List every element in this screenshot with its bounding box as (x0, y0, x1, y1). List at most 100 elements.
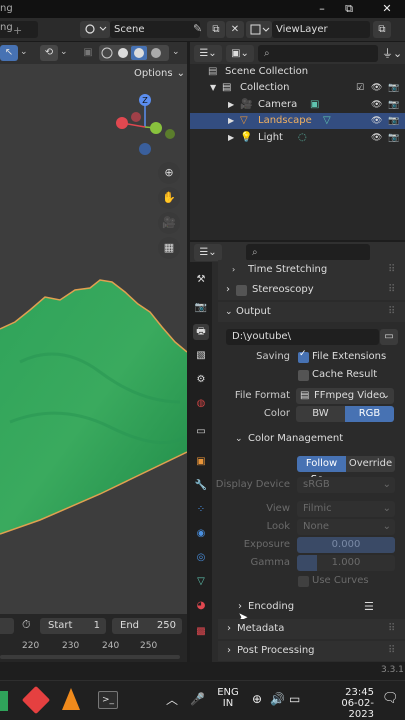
presets-list-icon[interactable]: ☰ (364, 598, 374, 616)
options-dropdown[interactable]: Options ⌄ (130, 66, 185, 82)
xray-icon[interactable]: ▣ (81, 45, 95, 61)
display-mode-icon[interactable]: ☰⌄ (194, 45, 222, 62)
display-device-dropdown[interactable]: sRGB ⌄ (297, 477, 395, 493)
color-rgb-button[interactable]: RGB (345, 406, 394, 422)
app-icon-partial[interactable] (0, 691, 8, 711)
eye-icon[interactable]: 👁 (371, 97, 382, 113)
gamma-slider[interactable]: 1.000 (297, 555, 395, 571)
drag-handle-icon[interactable]: ⠿ (388, 302, 395, 322)
pan-hand-icon[interactable]: ✋ (158, 187, 180, 209)
cache-result-checkbox[interactable] (298, 370, 309, 381)
delete-scene-icon[interactable]: ✕ (226, 21, 244, 38)
chevron-down-icon[interactable]: ⌄ (20, 47, 28, 57)
panel-time-stretching[interactable]: › Time Stretching ⠿ (218, 260, 405, 280)
eye-icon[interactable]: 👁 (371, 80, 382, 96)
file-format-dropdown[interactable]: ▤ FFmpeg Video ⌄ (296, 388, 394, 404)
drag-handle-icon[interactable]: ⠿ (388, 260, 395, 280)
view-transform-dropdown[interactable]: Filmic ⌄ (297, 501, 395, 517)
select-mode-icon[interactable]: ↖ (0, 45, 18, 61)
physics-tab-icon[interactable]: ◉ (193, 526, 209, 542)
checkbox-icon[interactable]: ☑ (356, 80, 364, 96)
expand-arrow-icon[interactable]: ▼ (210, 80, 216, 96)
modifier-tab-icon[interactable]: 🔧 (193, 478, 209, 494)
viewlayer-browse-button[interactable] (246, 21, 272, 38)
close-button[interactable]: ✕ (372, 0, 402, 18)
navigation-gizmo[interactable]: Z (110, 90, 180, 160)
texture-tab-icon[interactable]: ▩ (193, 624, 209, 640)
panel-output[interactable]: ⌄ Output ⠿ (218, 302, 405, 322)
eye-icon[interactable]: 👁 (371, 113, 382, 129)
scene-browse-button[interactable] (80, 21, 110, 38)
vlc-icon[interactable] (62, 688, 80, 710)
expand-arrow-icon[interactable]: ▶ (228, 113, 234, 129)
override-button[interactable]: Override (346, 456, 395, 472)
new-viewlayer-icon[interactable]: ⧉ (373, 21, 391, 38)
view-layer-tab-icon[interactable]: ▧ (193, 348, 209, 364)
outliner-search-input[interactable]: ⌕ (258, 45, 378, 62)
eye-icon[interactable]: 👁 (371, 130, 382, 146)
transform-orientation-icon[interactable]: ⟲ (40, 45, 58, 61)
editor-type-icon[interactable]: ☰⌄ (194, 244, 222, 261)
folder-icon[interactable]: ▭ (380, 329, 398, 345)
show-hidden-icons-icon[interactable]: ︿ (166, 691, 178, 708)
subpanel-encoding[interactable]: › Encoding ☰ (226, 598, 396, 616)
drag-handle-icon[interactable]: ⠿ (388, 641, 395, 661)
new-scene-icon[interactable]: ⧉ (207, 21, 225, 38)
render-camera-icon[interactable]: 📷 (388, 80, 399, 96)
subpanel-color-management[interactable]: ⌄ Color Management (226, 430, 396, 448)
viewlayer-name-field[interactable]: ViewLayer (272, 21, 370, 38)
render-camera-icon[interactable]: 📷 (388, 97, 399, 113)
expand-arrow-icon[interactable]: ▶ (228, 130, 234, 146)
shading-mode-group[interactable] (99, 45, 169, 61)
volume-icon[interactable]: 🔊 (270, 692, 285, 706)
object-tab-icon[interactable]: ▣ (193, 454, 209, 470)
panel-post-processing[interactable]: › Post Processing ⠿ (218, 641, 405, 661)
frame-start-field[interactable]: Start 1 (40, 618, 106, 634)
3d-viewport[interactable]: ↖ ⌄ ⟲ ⌄ ▣ ⌄ Options ⌄ Z ⊕ ✋ 🎥 ▦ (0, 42, 187, 614)
notification-icon[interactable]: 🗨 (382, 691, 399, 706)
frame-end-field[interactable]: End 250 (112, 618, 182, 634)
drag-handle-icon[interactable]: ⠿ (388, 619, 395, 639)
network-icon[interactable]: ⊕ (252, 692, 262, 706)
language-indicator[interactable]: ENG IN (216, 687, 240, 709)
world-tab-icon[interactable]: ◍ (193, 396, 209, 412)
follow-scene-button[interactable]: Follow Sc... (297, 456, 346, 485)
stereoscopy-checkbox[interactable] (236, 285, 247, 296)
constraints-tab-icon[interactable]: ◎ (193, 550, 209, 566)
scene-name-field[interactable]: Scene (110, 21, 200, 38)
render-camera-icon[interactable]: 📷 (388, 113, 399, 129)
use-curves-checkbox[interactable] (298, 576, 309, 587)
material-tab-icon[interactable]: ◕ (193, 598, 209, 614)
camera-view-icon[interactable]: 🎥 (158, 212, 180, 234)
drag-handle-icon[interactable]: ⠿ (388, 280, 395, 300)
render-camera-icon[interactable]: 📷 (388, 130, 399, 146)
output-path-field[interactable]: D:\youtube\ (226, 329, 379, 345)
terminal-icon[interactable]: >_ (98, 691, 118, 709)
add-workspace-icon[interactable]: + (13, 24, 22, 37)
chevron-down-icon[interactable]: ⌄ (172, 47, 180, 57)
playback-field[interactable] (0, 618, 14, 634)
zoom-icon[interactable]: ⊕ (158, 162, 180, 184)
render-tab-icon[interactable]: 📷 (193, 300, 209, 316)
outliner-row-light[interactable]: ▶ 💡 Light ◌ 👁 📷 (190, 130, 405, 146)
filter-view-icon[interactable]: ▣⌄ (226, 45, 254, 62)
clock[interactable]: 23:45 06-02-2023 (318, 687, 374, 720)
scene-tab-icon[interactable]: ⚙ (193, 372, 209, 388)
timeline-scrollbar[interactable] (0, 655, 180, 659)
expand-arrow-icon[interactable]: ▶ (228, 97, 234, 113)
minimize-button[interactable]: – (307, 0, 337, 18)
outliner-row-collection[interactable]: ▼ ▤ Collection ☑ 👁 📷 (190, 80, 405, 96)
output-tab-icon[interactable]: 🖶 (193, 324, 209, 340)
file-extensions-checkbox[interactable]: ✓ (298, 349, 309, 363)
properties-search-input[interactable]: ⌕ (246, 244, 370, 261)
collection-tab-icon[interactable]: ▭ (193, 424, 209, 440)
battery-icon[interactable]: ▭ (289, 692, 300, 706)
outliner-row-camera[interactable]: ▶ 🎥 Camera ▣ 👁 📷 (190, 97, 405, 113)
exposure-slider[interactable]: 0.000 (297, 537, 395, 553)
git-app-icon[interactable] (21, 685, 51, 715)
look-dropdown[interactable]: None ⌄ (297, 519, 395, 535)
microphone-icon[interactable]: 🎤 (190, 692, 205, 706)
panel-stereoscopy[interactable]: › Stereoscopy ⠿ (218, 280, 405, 300)
perspective-grid-icon[interactable]: ▦ (158, 237, 180, 259)
filter-icon[interactable]: ⏚⌄ (382, 45, 402, 61)
